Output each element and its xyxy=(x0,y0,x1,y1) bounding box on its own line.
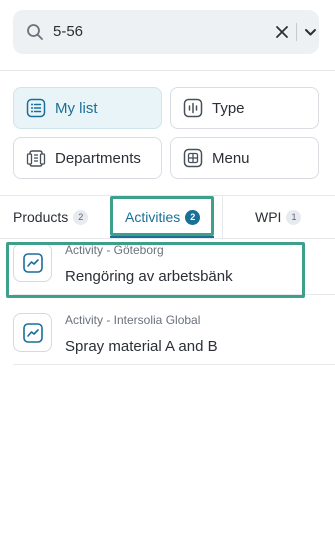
tab-activities-count: 2 xyxy=(185,209,201,225)
departments-label: Departments xyxy=(55,149,141,167)
grid-plus-icon xyxy=(183,148,203,168)
tab-divider xyxy=(222,196,223,238)
search-divider xyxy=(296,23,297,41)
search-icon xyxy=(27,24,43,40)
activity-icon-box xyxy=(13,313,52,352)
search-input[interactable]: 5-56 xyxy=(53,23,83,41)
tab-products-count: 2 xyxy=(73,209,89,225)
menu-button[interactable]: Menu xyxy=(170,137,319,179)
my-list-button[interactable]: My list xyxy=(13,87,162,129)
menu-label: Menu xyxy=(212,149,250,167)
chevron-down-icon[interactable] xyxy=(304,26,317,38)
tab-products-label: Products xyxy=(13,209,69,225)
tab-wpi[interactable]: WPI 1 xyxy=(255,196,302,238)
active-tab-indicator xyxy=(110,236,214,238)
item-title: Spray material A and B xyxy=(65,338,218,355)
tab-activities[interactable]: Activities 2 xyxy=(125,196,201,238)
list-item[interactable]: Activity - Göteborg Rengöring av arbetsb… xyxy=(13,243,335,295)
trend-line-icon xyxy=(22,252,43,273)
tab-wpi-count: 1 xyxy=(286,209,302,225)
trend-line-icon xyxy=(22,322,43,343)
departments-icon xyxy=(26,150,46,167)
result-tabs: Products 2 Activities 2 WPI 1 xyxy=(0,195,335,239)
item-meta: Activity - Intersolia Global xyxy=(65,313,201,327)
departments-button[interactable]: Departments xyxy=(13,137,162,179)
type-label: Type xyxy=(212,99,245,117)
tab-activities-label: Activities xyxy=(125,209,181,225)
list-icon xyxy=(26,98,46,118)
my-list-label: My list xyxy=(55,99,98,117)
search-header: 5-56 xyxy=(0,0,335,71)
tab-wpi-label: WPI xyxy=(255,209,282,225)
item-title: Rengöring av arbetsbänk xyxy=(65,268,233,285)
item-meta: Activity - Göteborg xyxy=(65,243,164,257)
activity-icon-box xyxy=(13,243,52,282)
waveform-icon xyxy=(183,98,203,118)
type-button[interactable]: Type xyxy=(170,87,319,129)
list-item[interactable]: Activity - Intersolia Global Spray mater… xyxy=(13,313,335,365)
search-box[interactable]: 5-56 xyxy=(13,10,319,54)
close-icon[interactable] xyxy=(275,25,289,39)
tab-products[interactable]: Products 2 xyxy=(13,196,89,238)
